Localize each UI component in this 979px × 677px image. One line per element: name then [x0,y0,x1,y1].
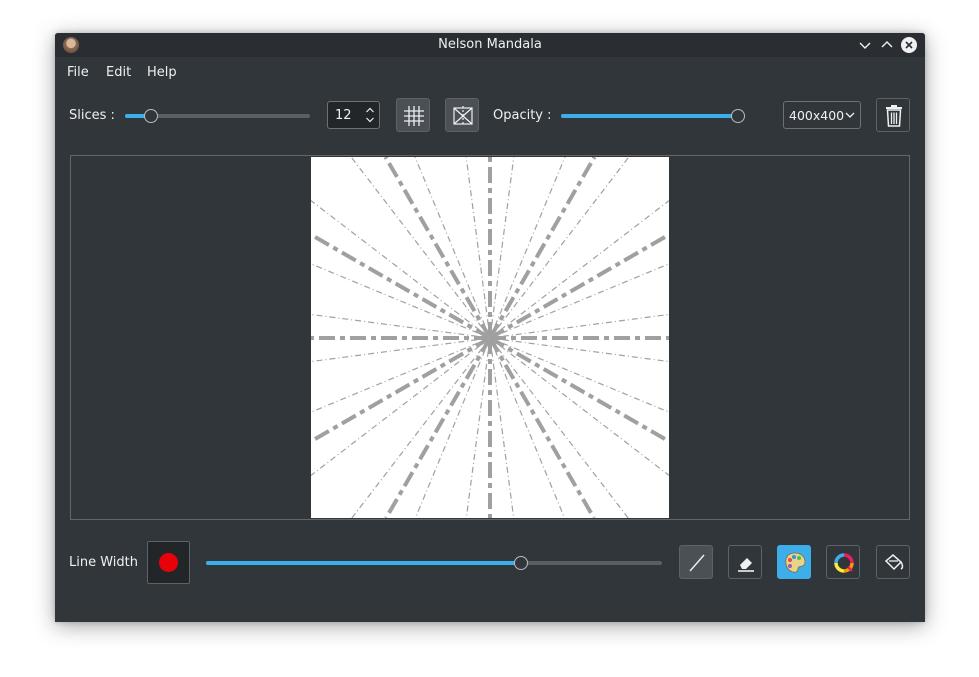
mandala-drawing [309,156,671,520]
fill-tool[interactable] [876,545,910,579]
mandala-major-guide [488,337,596,519]
mandala-minor-guide [414,156,491,339]
mandala-minor-guide [465,337,491,519]
mandala-major-guide [489,232,670,340]
mandala-minor-guide [489,337,515,519]
line-width-label: Line Width [69,555,138,570]
app-window: Nelson Mandala File Edit Help Slices : 1… [55,33,925,622]
mirror-toggle-button[interactable] [445,98,479,132]
window-title: Nelson Mandala [438,37,542,52]
mandala-major-guide [310,232,491,340]
palette-tool[interactable] [777,545,811,579]
line-width-slider[interactable] [206,561,662,565]
line-tool[interactable] [679,545,713,579]
color-wheel-tool[interactable] [826,545,860,579]
mandala-minor-guide [310,337,491,363]
current-color-swatch [159,553,178,572]
mandala-major-guide [488,336,671,444]
grid-toggle-button[interactable] [396,98,430,132]
clear-canvas-button[interactable] [876,98,910,132]
mandala-major-guide [383,156,492,339]
opacity-slider[interactable] [561,114,738,118]
title-bar: Nelson Mandala [55,33,925,57]
close-icon[interactable] [901,37,917,53]
opacity-slider-handle[interactable] [731,109,745,123]
canvas-frame [70,155,910,520]
canvas-size-dropdown[interactable]: 400x400 [783,101,861,129]
slices-value: 12 [335,108,352,123]
paint-bucket-icon [884,554,904,571]
mandala-minor-guide [489,337,566,519]
mandala-major-guide [488,156,597,339]
menu-help[interactable]: Help [147,65,177,80]
mandala-minor-guide [489,337,670,363]
mandala-major-guide [384,336,492,520]
slices-slider-handle[interactable] [143,109,158,123]
maximize-icon[interactable] [879,37,895,53]
mandala-minor-guide [489,156,515,339]
mandala-minor-guide [489,337,670,413]
chevron-down-icon [845,112,855,118]
color-wheel-icon [834,553,854,573]
mirror-icon [453,106,473,126]
mandala-center [483,331,497,345]
mandala-canvas[interactable] [309,156,671,520]
line-width-slider-handle[interactable] [513,556,528,570]
mandala-minor-guide [489,313,670,339]
mandala-minor-guide [310,313,491,339]
color-picker-button[interactable] [147,541,190,584]
mandala-minor-guide [465,156,491,339]
eraser-icon [738,558,754,572]
mandala-minor-guide [489,263,670,339]
mandala-minor-guide [310,263,491,339]
menu-file[interactable]: File [67,65,89,80]
palette-icon [785,552,806,573]
eraser-tool[interactable] [728,545,762,579]
mandala-minor-guide [489,156,566,339]
opacity-label: Opacity : [493,108,552,123]
grid-icon [404,106,424,126]
spin-arrows-icon[interactable] [365,106,375,124]
minimize-icon[interactable] [857,37,873,53]
mandala-minor-guide [310,337,491,413]
mandala-major-guide [309,336,492,444]
canvas-size-value: 400x400 [789,108,845,123]
line-icon [689,554,705,572]
slices-spinbox[interactable]: 12 [327,101,380,129]
menu-edit[interactable]: Edit [106,65,131,80]
line-width-slider-fill [206,561,521,565]
slices-label: Slices : [69,108,115,123]
trash-icon [886,105,902,127]
mandala-minor-guide [414,337,491,519]
opacity-slider-fill [561,114,738,118]
